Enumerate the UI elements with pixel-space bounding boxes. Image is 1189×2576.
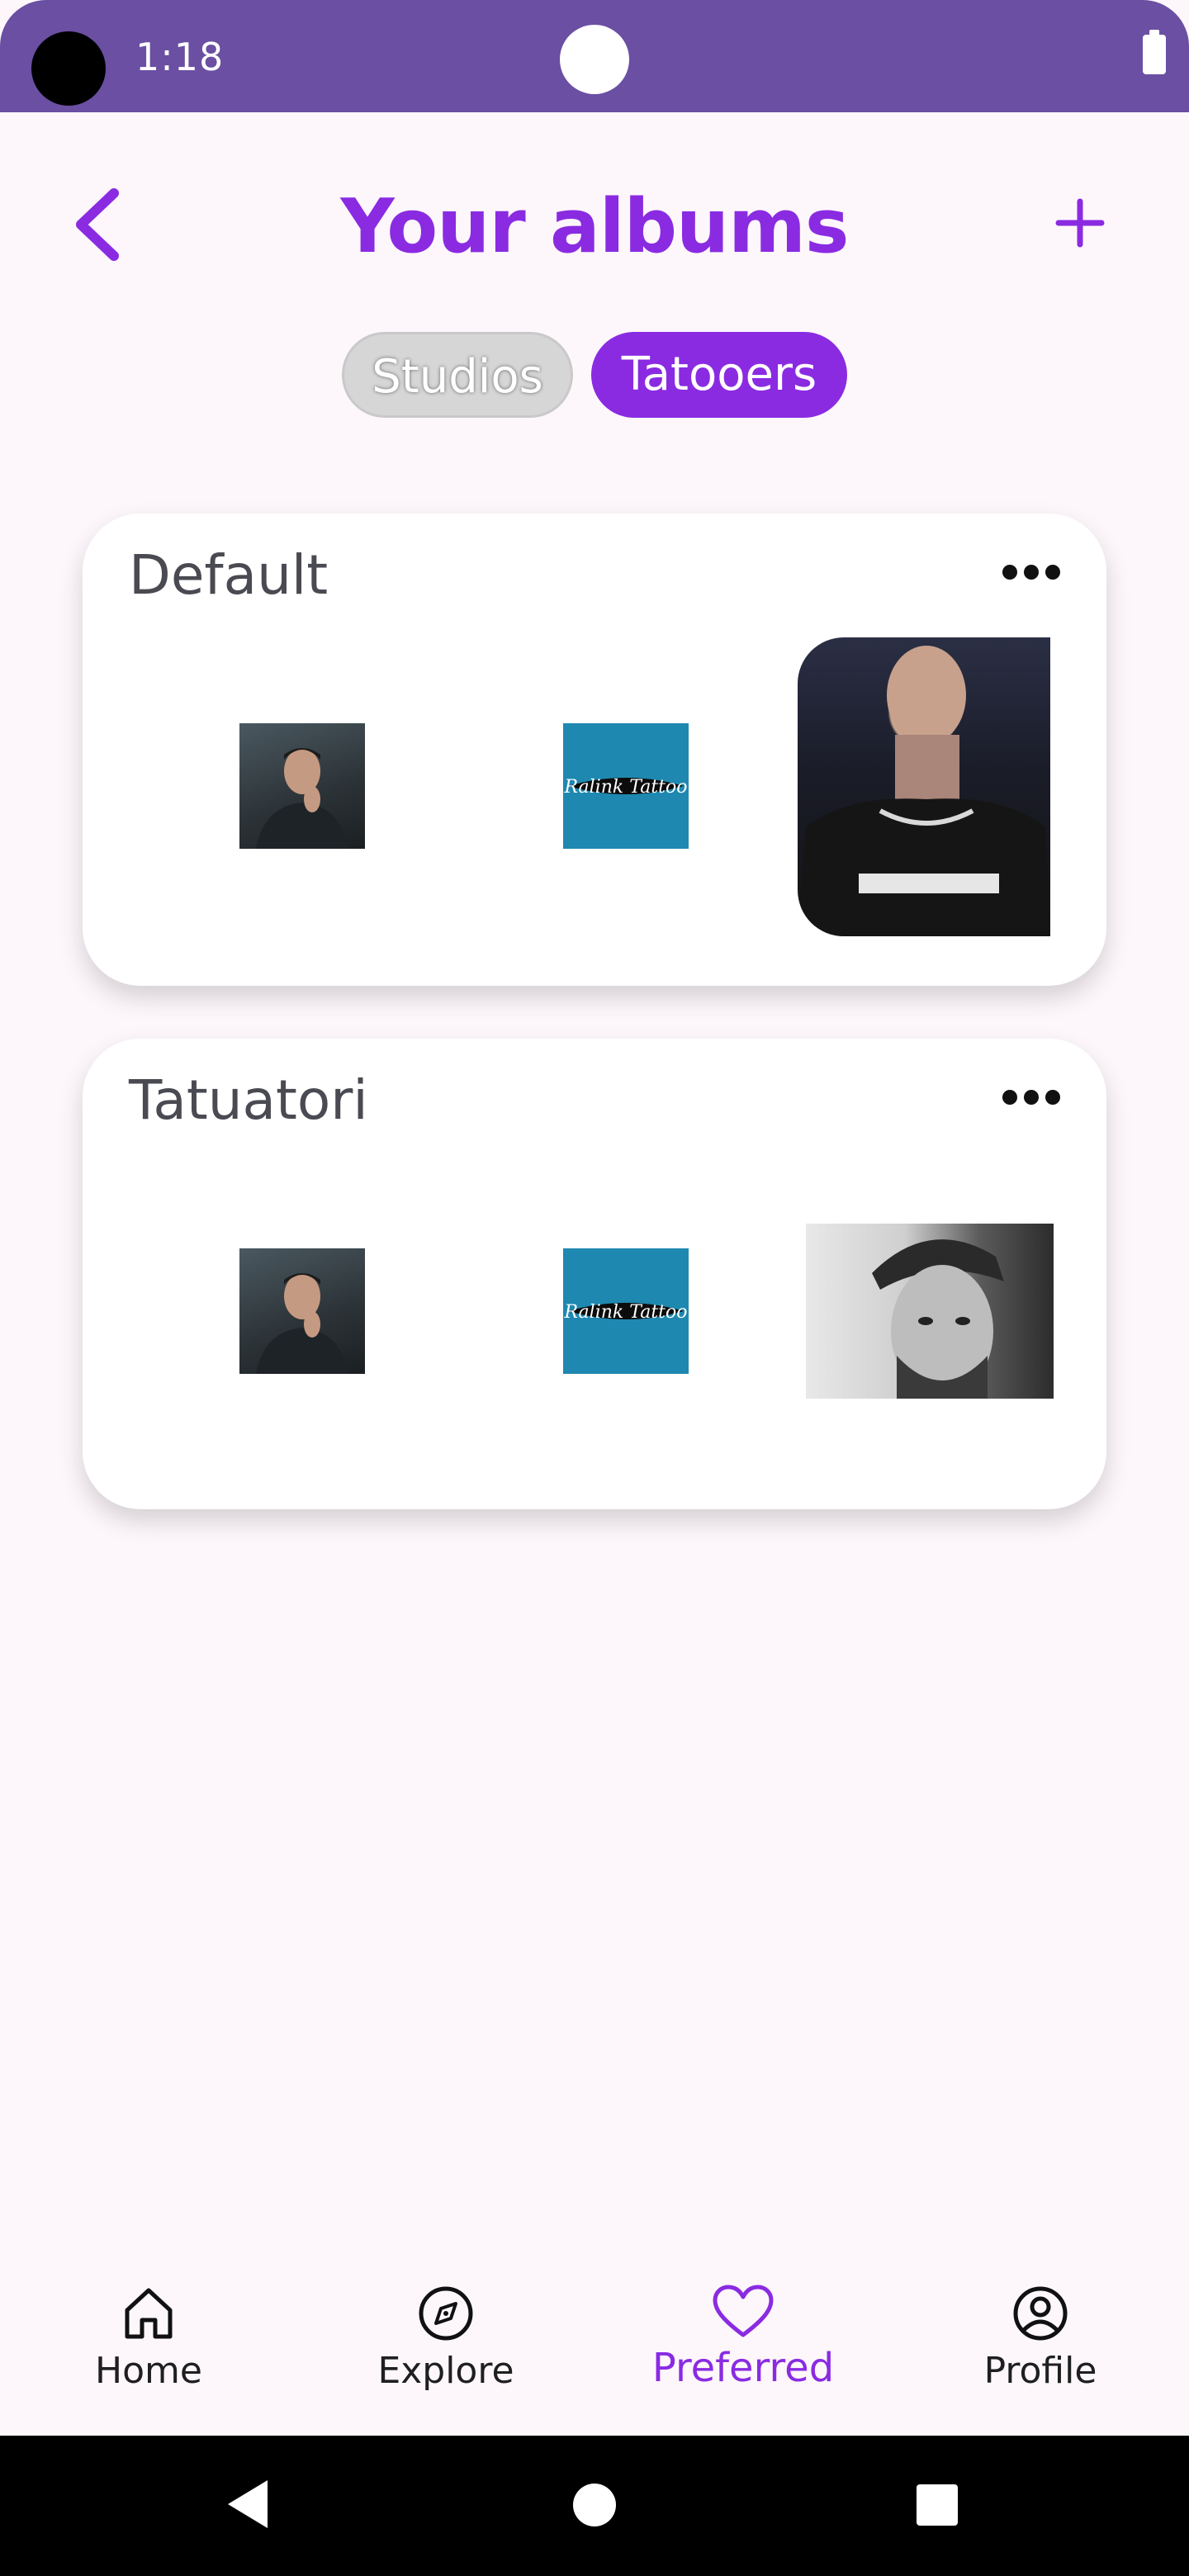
more-dot [1045,1090,1060,1105]
more-dot [1024,1090,1039,1105]
nav-label: Home [95,2350,202,2392]
heart-icon [713,2285,774,2337]
system-navigation-bar [0,2436,1189,2576]
album-more-button[interactable] [1002,560,1060,585]
status-time: 1:18 [135,35,225,79]
nav-item-profile[interactable]: Profile [933,2284,1148,2392]
more-dot [1002,1090,1017,1105]
portrait-image [256,748,348,849]
logo-text: Ralink Tattoo [563,777,687,798]
nav-item-home[interactable]: Home [41,2284,256,2392]
status-bar: 1:18 [0,0,1189,112]
album-thumbnail[interactable]: Ralink Tattoo [563,1248,689,1374]
album-card[interactable]: Default Ralink Tattoo [83,514,1106,986]
battery-icon [1143,30,1166,74]
user-circle-icon [1013,2286,1068,2341]
more-dot [1045,565,1060,580]
camera-cutout [31,31,106,106]
tattooer-photo [872,1239,1004,1399]
portrait-image [256,1273,348,1374]
page-title: Your albums [340,183,850,270]
nav-label: Preferred [651,2345,835,2391]
tab-studios[interactable]: Studios [342,332,573,418]
album-thumbnail[interactable]: Ralink Tattoo [563,723,689,849]
logo-image: Ralink Tattoo [563,1302,687,1323]
nav-label: Profile [983,2350,1097,2392]
add-album-button[interactable] [1047,187,1113,261]
logo-text: Ralink Tattoo [563,1302,687,1323]
logo-image: Ralink Tattoo [563,777,687,798]
bottom-navigation: Home Explore Preferred Profile [0,2234,1189,2465]
more-dot [1002,565,1017,580]
status-indicator-icon [560,25,629,94]
plus-icon [1055,198,1105,248]
back-triangle-icon[interactable] [223,2477,272,2531]
album-thumbnail[interactable] [239,723,365,849]
album-name: Tatuatori [129,1068,368,1132]
nav-item-preferred[interactable]: Preferred [636,2284,850,2465]
album-thumbnail[interactable] [239,1248,365,1374]
album-name: Default [129,543,329,607]
album-more-button[interactable] [1002,1085,1060,1110]
tab-tatooers[interactable]: Tatooers [591,332,847,418]
nav-label: Explore [377,2350,514,2392]
more-dot [1024,565,1039,580]
album-cover-photo[interactable] [798,637,1050,936]
album-cover-photo[interactable] [806,1224,1054,1399]
home-circle-icon[interactable] [571,2482,618,2528]
nav-item-explore[interactable]: Explore [339,2284,553,2392]
tattooer-photo [798,646,1050,936]
home-icon [125,2288,173,2339]
recents-square-icon[interactable] [915,2483,959,2527]
album-card[interactable]: Tatuatori Ralink Tattoo [83,1039,1106,1509]
compass-icon [419,2286,473,2341]
